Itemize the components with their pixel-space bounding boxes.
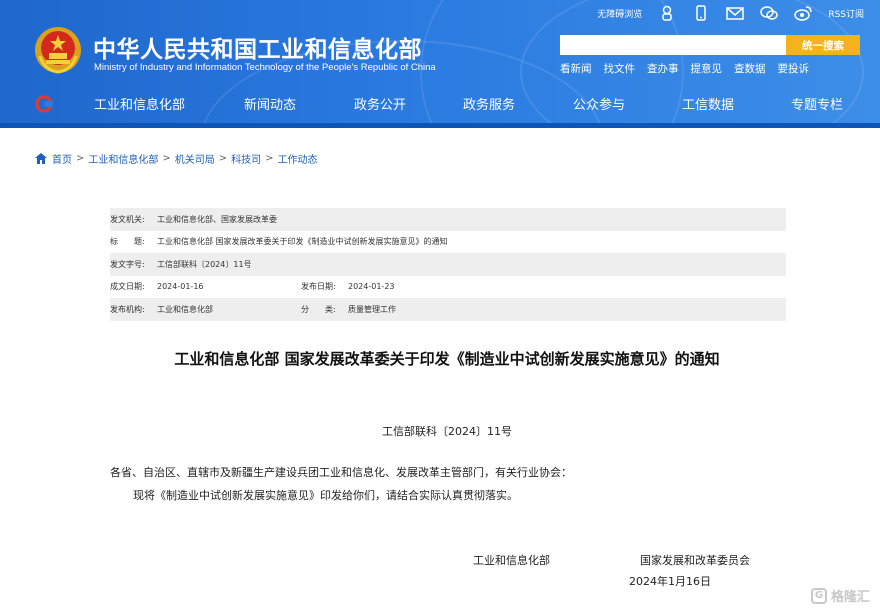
site-title: 中华人民共和国工业和信息化部 <box>93 37 422 63</box>
breadcrumb: 首页 > 工业和信息化部 > 机关司局 > 科技司 > 工作动态 <box>35 151 318 166</box>
meta-row-issuer: 发文机关: 工业和信息化部、国家发展改革委 <box>110 208 786 231</box>
watermark: G 格隆汇 <box>810 586 870 605</box>
weibo-icon[interactable] <box>794 5 813 21</box>
document-meta-table: 发文机关: 工业和信息化部、国家发展改革委 标 题: 工业和信息化部 国家发展改… <box>110 208 786 321</box>
watermark-text: 格隆汇 <box>830 590 870 605</box>
nav-item-news[interactable]: 新闻动态 <box>244 94 296 113</box>
site-header: 中华人民共和国工业和信息化部 Ministry of Industry and … <box>0 0 880 128</box>
accessibility-link[interactable]: 无障碍浏览 <box>597 7 642 20</box>
email-icon[interactable] <box>726 5 745 21</box>
breadcrumb-science-tech[interactable]: 科技司 <box>231 151 261 166</box>
unified-search-button[interactable]: 统一搜索 <box>786 35 860 55</box>
site-subtitle: Ministry of Industry and Information Tec… <box>94 62 436 73</box>
meta-pubdate-label: 发布日期: <box>301 282 336 292</box>
rss-link[interactable]: RSS订阅 <box>828 7 864 20</box>
document-salutation: 各省、自治区、直辖市及新疆生产建设兵团工业和信息化、发展改革主管部门，有关行业协… <box>110 466 572 479</box>
quick-link-complaints[interactable]: 要投诉 <box>778 61 810 76</box>
site-search-input[interactable] <box>560 35 786 55</box>
meta-category-value: 质量管理工作 <box>348 304 396 314</box>
meta-org-label: 发布机构: <box>110 304 145 314</box>
meta-category-label: 分 类: <box>301 304 336 314</box>
signature-miit: 工业和信息化部 <box>473 554 550 567</box>
quick-link-data[interactable]: 查数据 <box>734 61 766 76</box>
meta-pubdate-value: 2024-01-23 <box>348 282 395 292</box>
nav-item-public-participation[interactable]: 公众参与 <box>573 94 625 113</box>
meta-row-title: 标 题: 工业和信息化部 国家发展改革委关于印发《制造业中试创新发展实施意见》的… <box>110 231 786 254</box>
quick-links: 看新闻 找文件 查办事 提意见 查数据 要投诉 <box>560 61 809 76</box>
wechat-icon[interactable] <box>760 5 779 21</box>
meta-title-label: 标 题: <box>110 237 145 247</box>
signature-date: 2024年1月16日 <box>629 575 711 588</box>
breadcrumb-separator: > <box>218 153 228 164</box>
nav-item-gov-services[interactable]: 政务服务 <box>463 94 515 113</box>
home-icon <box>35 153 47 164</box>
mobile-phone-icon[interactable] <box>692 5 710 21</box>
meta-title-value: 工业和信息化部 国家发展改革委关于印发《制造业中试创新发展实施意见》的通知 <box>157 237 448 247</box>
header-divider <box>0 123 880 128</box>
meta-date-label: 成文日期: <box>110 282 145 292</box>
home-logo-icon[interactable] <box>35 95 53 113</box>
breadcrumb-work-updates[interactable]: 工作动态 <box>278 151 318 166</box>
watermark-logo-icon: G <box>810 587 827 604</box>
meta-issuer-value: 工业和信息化部、国家发展改革委 <box>157 214 277 224</box>
meta-date-value: 2024-01-16 <box>157 282 204 292</box>
quick-link-suggestions[interactable]: 提意见 <box>691 61 723 76</box>
breadcrumb-departments[interactable]: 机关司局 <box>175 151 215 166</box>
nav-item-gov-info[interactable]: 政务公开 <box>354 94 406 113</box>
nav-item-special-topics[interactable]: 专题专栏 <box>791 94 843 113</box>
breadcrumb-home[interactable]: 首页 <box>52 151 72 166</box>
nav-item-miit[interactable]: 工业和信息化部 <box>94 94 185 113</box>
meta-row-dates: 成文日期: 2024-01-16 发布日期: 2024-01-23 <box>110 276 786 299</box>
document-body: 现将《制造业中试创新发展实施意见》印发给你们，请结合实际认真贯彻落实。 <box>133 489 518 502</box>
breadcrumb-separator: > <box>162 153 171 164</box>
meta-docno-value: 工信部联科〔2024〕11号 <box>157 259 252 269</box>
breadcrumb-separator: > <box>265 153 274 164</box>
top-utility-links: 无障碍浏览 RSS订阅 <box>597 4 864 22</box>
meta-issuer-label: 发文机关: <box>110 214 145 224</box>
weixin-bot-icon[interactable] <box>658 5 676 21</box>
main-navigation: 工业和信息化部 新闻动态 政务公开 政务服务 公众参与 工信数据 专题专栏 <box>0 88 880 120</box>
meta-row-docno: 发文字号: 工信部联科〔2024〕11号 <box>110 253 786 276</box>
nav-item-data[interactable]: 工信数据 <box>682 94 734 113</box>
document-number: 工信部联科〔2024〕11号 <box>382 425 512 438</box>
quick-link-services[interactable]: 查办事 <box>647 61 679 76</box>
quick-link-files[interactable]: 找文件 <box>604 61 636 76</box>
document-title: 工业和信息化部 国家发展改革委关于印发《制造业中试创新发展实施意见》的通知 <box>174 350 720 368</box>
breadcrumb-separator: > <box>76 153 85 164</box>
meta-org-value: 工业和信息化部 <box>157 304 213 314</box>
breadcrumb-miit[interactable]: 工业和信息化部 <box>88 151 158 166</box>
quick-link-news[interactable]: 看新闻 <box>560 61 592 76</box>
meta-docno-label: 发文字号: <box>110 259 145 269</box>
national-emblem-icon[interactable] <box>34 26 82 74</box>
signature-ndrc: 国家发展和改革委员会 <box>640 554 750 567</box>
meta-row-org: 发布机构: 工业和信息化部 分 类: 质量管理工作 <box>110 298 786 321</box>
